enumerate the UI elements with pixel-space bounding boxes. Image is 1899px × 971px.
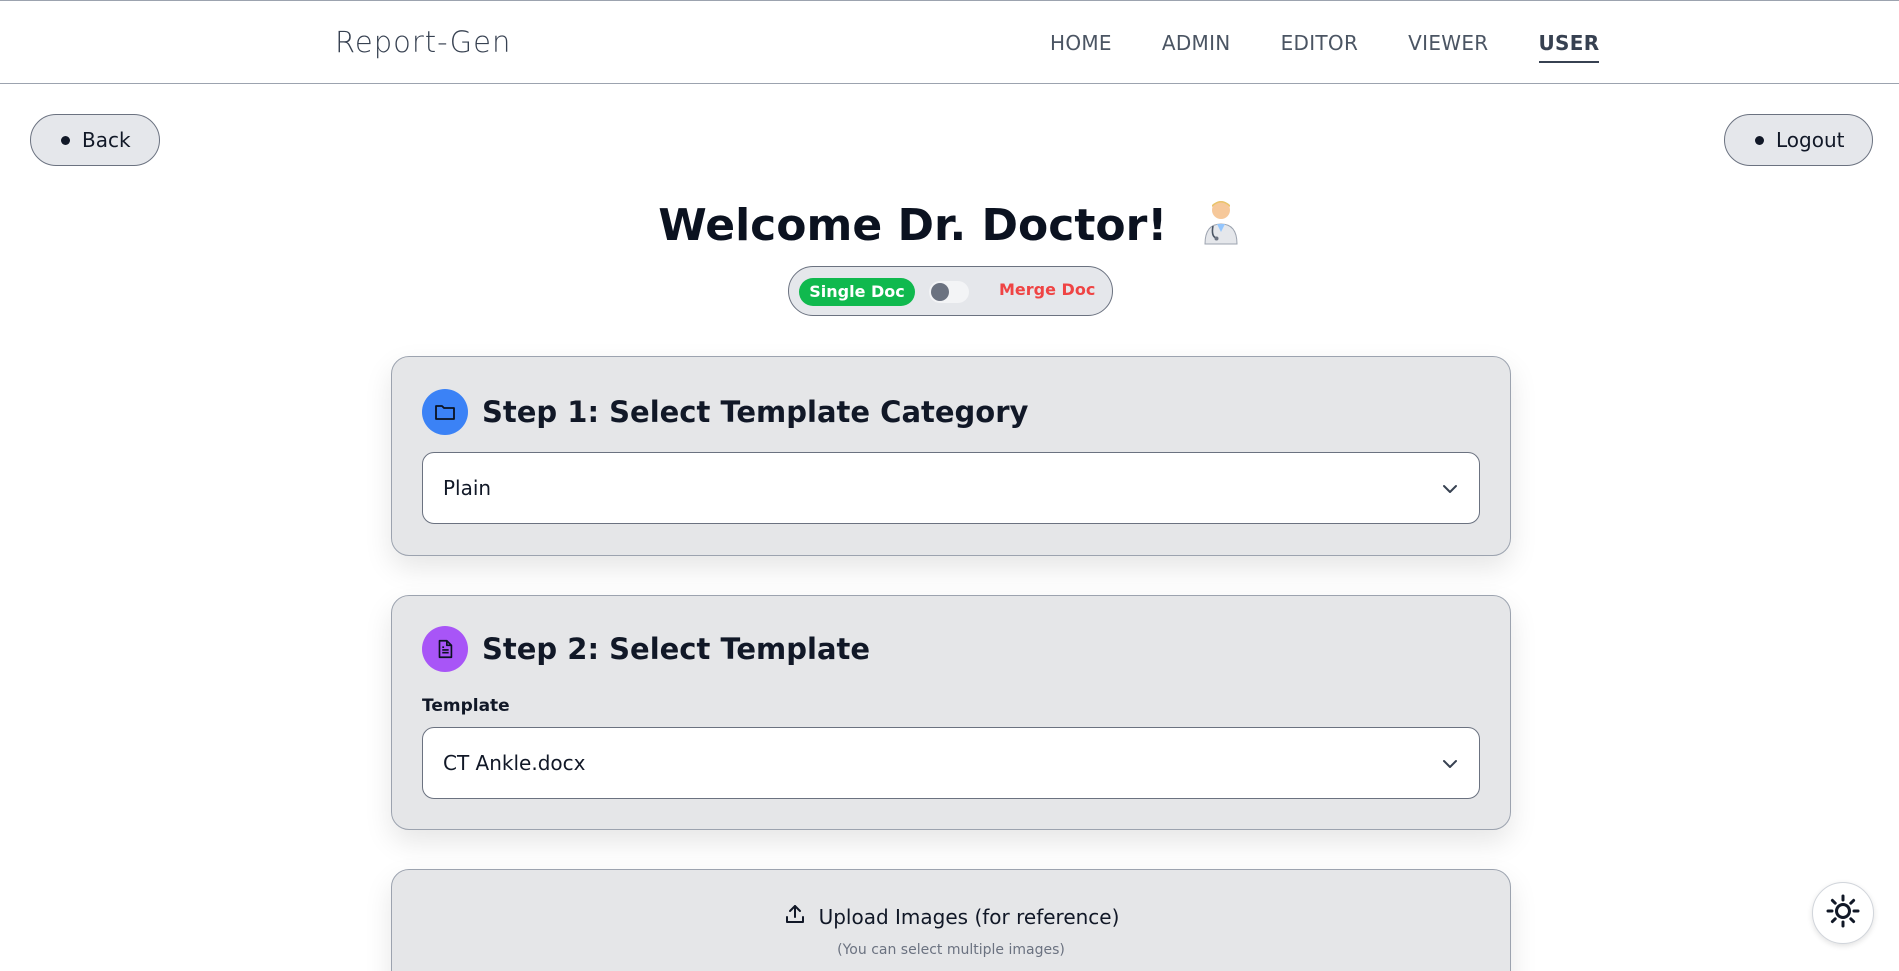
template-category-select[interactable]: Plain (422, 452, 1480, 524)
step2-title: Step 2: Select Template (482, 632, 871, 666)
logout-button[interactable]: Logout (1724, 114, 1874, 166)
theme-toggle-button[interactable] (1812, 882, 1874, 944)
bullet-icon (61, 135, 70, 145)
switch-knob (931, 283, 949, 301)
upload-icon (783, 902, 807, 931)
sun-icon (1825, 893, 1861, 933)
nav-links: HOME ADMIN EDITOR VIEWER USER (1050, 31, 1600, 63)
back-button-label: Back (82, 128, 131, 152)
merge-doc-option[interactable]: Merge Doc (999, 280, 1095, 299)
navbar: Report-Gen HOME ADMIN EDITOR VIEWER USER (0, 0, 1899, 84)
single-doc-option[interactable]: Single Doc (799, 278, 915, 306)
brand-logo[interactable]: Report-Gen (335, 25, 511, 59)
upload-images-label: Upload Images (for reference) (818, 904, 1120, 929)
upload-card: Upload Images (for reference) (You can s… (391, 869, 1511, 971)
welcome-text: Welcome Dr. Doctor! (658, 200, 1168, 251)
document-icon (422, 626, 468, 672)
step1-header: Step 1: Select Template Category (422, 389, 1028, 435)
doc-mode-toggle: Single Doc Merge Doc (788, 266, 1113, 316)
chevron-down-icon (1441, 754, 1459, 778)
step1-title: Step 1: Select Template Category (482, 395, 1029, 429)
doctor-icon (1201, 198, 1241, 257)
bullet-icon (1755, 135, 1764, 145)
step2-header: Step 2: Select Template (422, 626, 870, 672)
doc-mode-switch[interactable] (929, 281, 969, 303)
template-value: CT Ankle.docx (443, 751, 586, 775)
folder-icon (422, 389, 468, 435)
page-title: Welcome Dr. Doctor! (0, 198, 1899, 257)
back-button[interactable]: Back (30, 114, 160, 166)
upload-images-button[interactable]: Upload Images (for reference) (392, 902, 1510, 931)
template-field-label: Template (422, 696, 510, 716)
chevron-down-icon (1441, 479, 1459, 503)
nav-link-viewer[interactable]: VIEWER (1408, 31, 1488, 63)
template-select[interactable]: CT Ankle.docx (422, 727, 1480, 799)
nav-link-home[interactable]: HOME (1050, 31, 1112, 63)
template-category-value: Plain (443, 476, 492, 500)
upload-hint: (You can select multiple images) (837, 942, 1065, 958)
step2-card: Step 2: Select Template Template CT Ankl… (391, 595, 1511, 830)
nav-link-admin[interactable]: ADMIN (1162, 31, 1231, 63)
nav-link-editor[interactable]: EDITOR (1281, 31, 1359, 63)
logout-button-label: Logout (1776, 128, 1845, 152)
nav-link-user[interactable]: USER (1538, 31, 1600, 63)
step1-card: Step 1: Select Template Category Plain (391, 356, 1511, 556)
